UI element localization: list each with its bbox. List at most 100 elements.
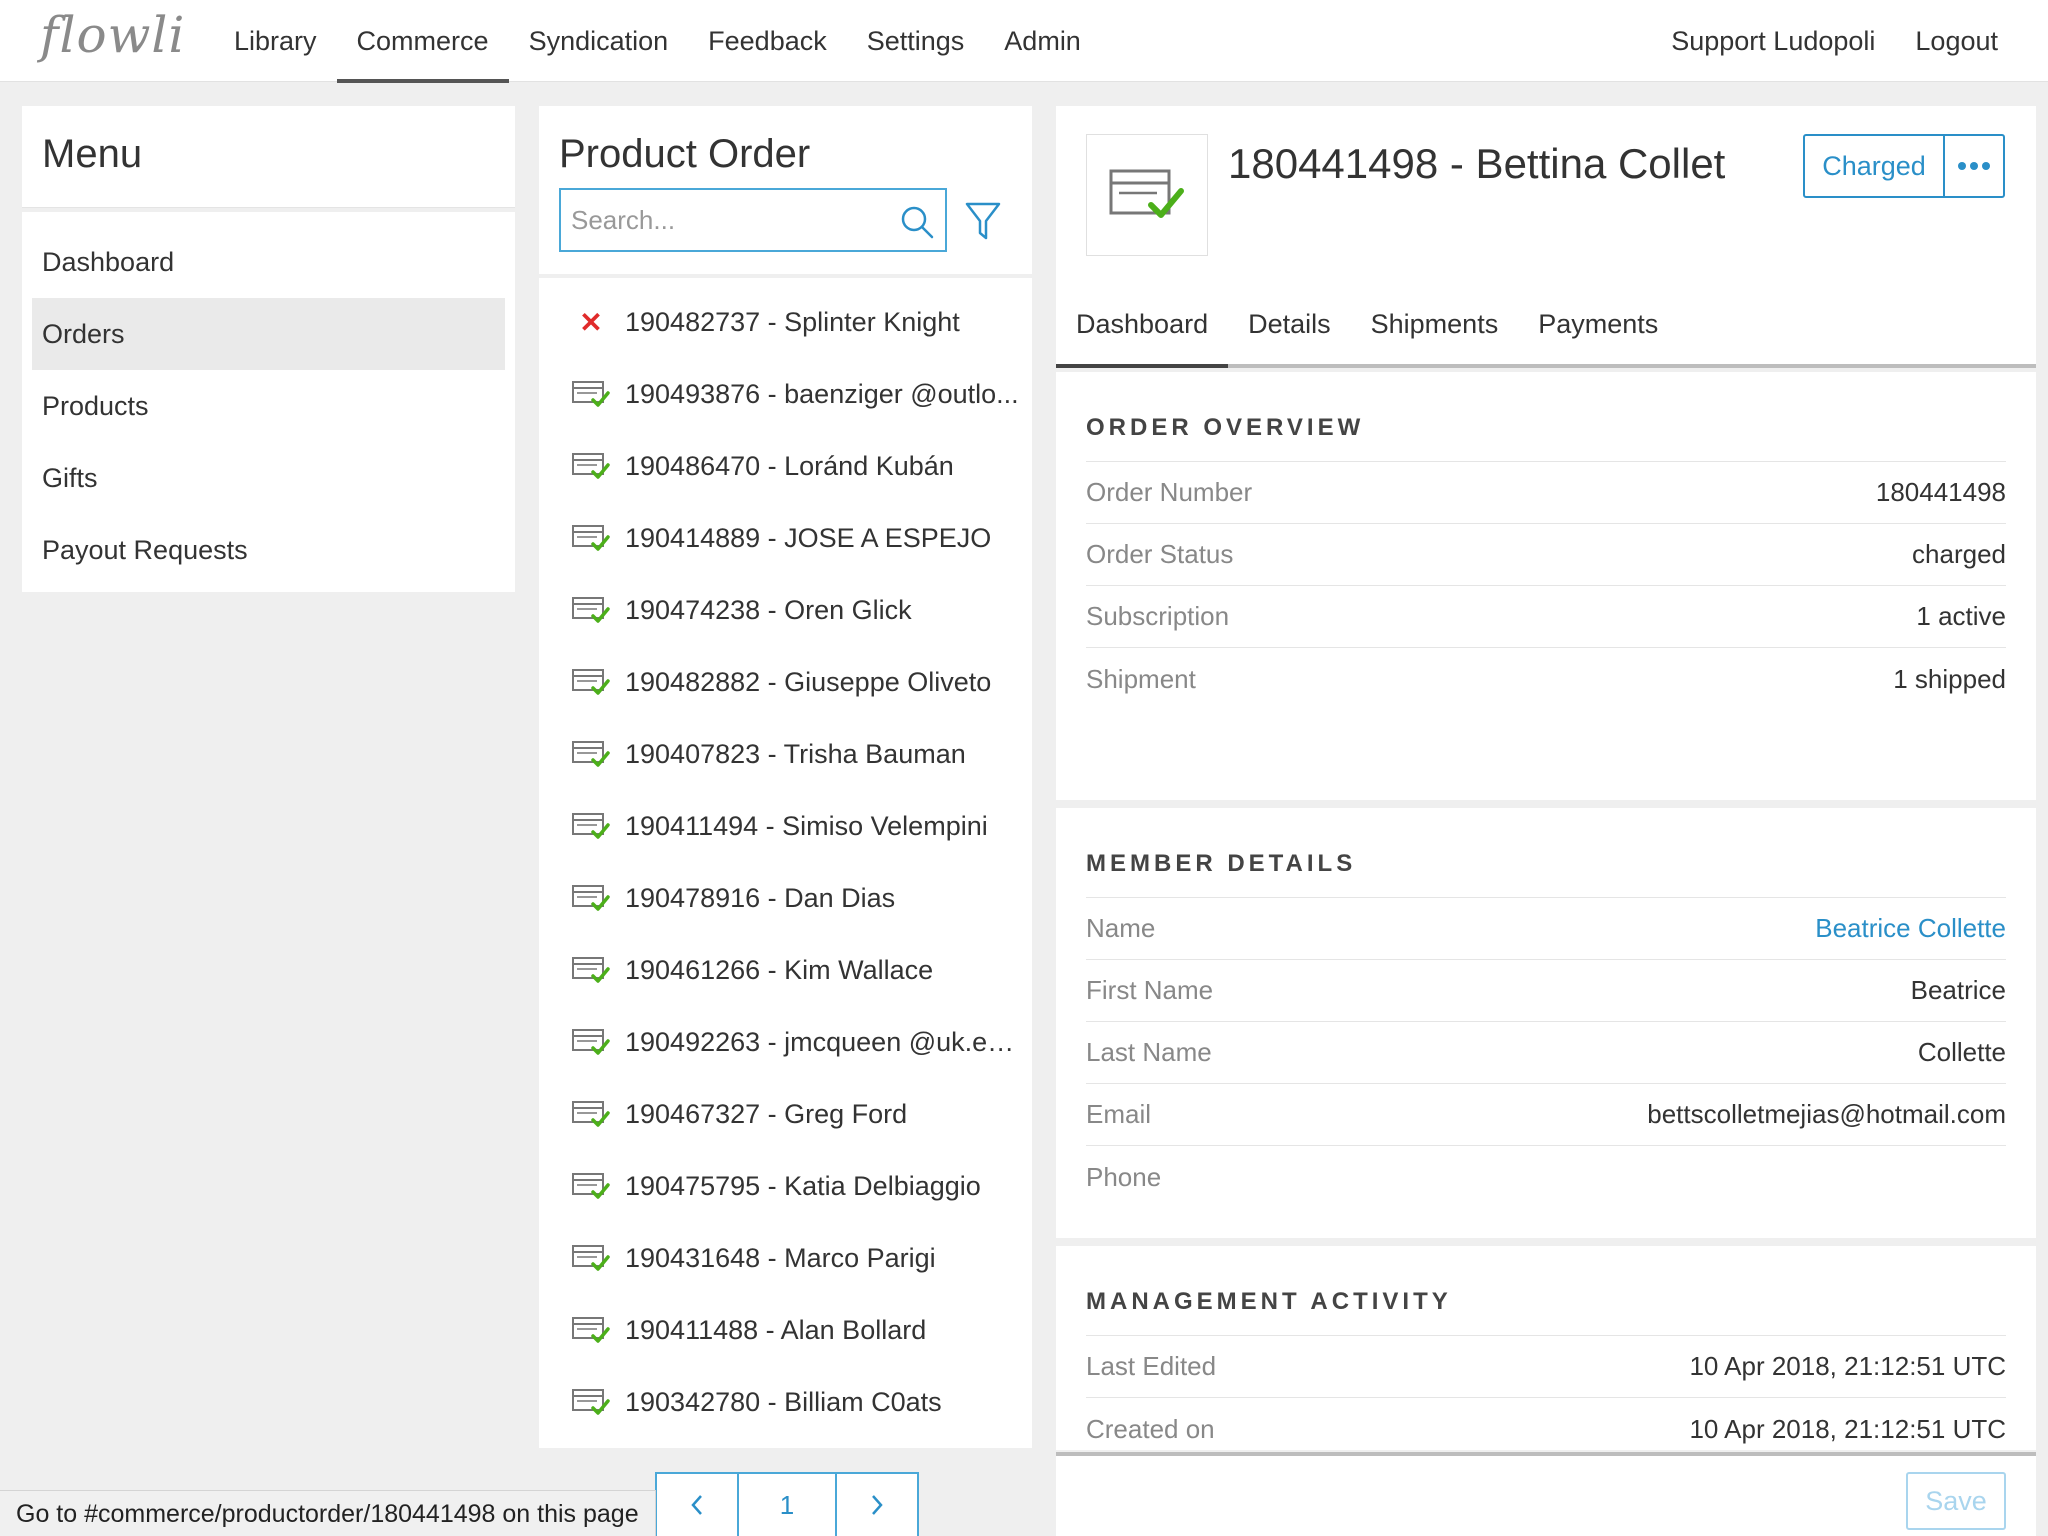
menu-header: Menu: [22, 106, 515, 208]
detail-tabs: Dashboard Details Shipments Payments: [1056, 284, 1678, 368]
order-detail-header: 180441498 - Bettina Collet Charged Dashb…: [1056, 106, 2036, 368]
sidebar-item-payout-requests[interactable]: Payout Requests: [32, 514, 505, 586]
user-nav: Support Ludopoli Logout: [1651, 0, 2018, 82]
tab-shipments[interactable]: Shipments: [1351, 284, 1519, 364]
next-page-button[interactable]: [837, 1474, 917, 1536]
chevron-right-icon: [872, 1495, 883, 1515]
member-details-section: MEMBER DETAILS Name Beatrice Collette Fi…: [1056, 808, 2036, 1238]
kv-value: bettscolletmejias@hotmail.com: [1647, 1099, 2006, 1129]
chevron-left-icon: [691, 1495, 702, 1515]
order-list-item[interactable]: 190492263 - jmcqueen @uk.ey...: [539, 1006, 1032, 1078]
filter-icon[interactable]: [963, 200, 1003, 244]
product-order-header: Product Order: [539, 106, 1032, 274]
order-list-item[interactable]: ✕ 190482737 - Splinter Knight: [539, 286, 1032, 358]
order-thumbnail: [1086, 134, 1208, 256]
status-button[interactable]: Charged: [1805, 136, 1943, 196]
order-list-item[interactable]: 190493876 - baenziger @outlo...: [539, 358, 1032, 430]
sidebar-menu: Dashboard Orders Products Gifts Payout R…: [22, 212, 515, 592]
charged-card-icon: [571, 523, 611, 553]
charged-card-icon: [571, 1099, 611, 1129]
kv-row-phone: Phone: [1086, 1146, 2006, 1208]
order-label: 190467327 - Greg Ford: [625, 1098, 908, 1129]
kv-row-subscription: Subscription 1 active: [1086, 586, 2006, 648]
sidebar-item-orders[interactable]: Orders: [32, 298, 505, 370]
order-list-item[interactable]: 190414889 - JOSE A ESPEJO: [539, 502, 1032, 574]
charged-card-icon: [571, 811, 611, 841]
order-label: 190414889 - JOSE A ESPEJO: [625, 522, 992, 553]
kv-row-shipment: Shipment 1 shipped: [1086, 648, 2006, 710]
sidebar-item-dashboard[interactable]: Dashboard: [32, 226, 505, 298]
search-icon[interactable]: [897, 202, 937, 242]
order-label: 190474238 - Oren Glick: [625, 594, 912, 625]
kv-key: Phone: [1086, 1161, 1162, 1192]
kv-key: Created on: [1086, 1413, 1215, 1444]
top-nav-bar: flowli Library Commerce Syndication Feed…: [0, 0, 2048, 83]
order-label: 190411494 - Simiso Velempini: [625, 810, 988, 841]
charged-card-icon: [571, 883, 611, 913]
kv-value: 10 Apr 2018, 21:12:51 UTC: [1689, 1351, 2006, 1381]
order-label: 190342780 - Billiam C0ats: [625, 1386, 942, 1417]
order-list-item[interactable]: 190411488 - Alan Bollard: [539, 1294, 1032, 1366]
logout-link[interactable]: Logout: [1895, 0, 2018, 82]
order-label: 190411488 - Alan Bollard: [625, 1314, 927, 1345]
product-order-title: Product Order: [559, 132, 811, 176]
section-title: MEMBER DETAILS: [1086, 808, 2006, 898]
order-list-item[interactable]: 190461266 - Kim Wallace: [539, 934, 1032, 1006]
order-list-item[interactable]: 190431648 - Marco Parigi: [539, 1222, 1032, 1294]
order-list-item[interactable]: 190467327 - Greg Ford: [539, 1078, 1032, 1150]
order-list-item[interactable]: 190407823 - Trisha Bauman: [539, 718, 1032, 790]
kv-key: Email: [1086, 1099, 1152, 1129]
kv-row-order-number: Order Number 180441498: [1086, 462, 2006, 524]
nav-item-syndication[interactable]: Syndication: [509, 0, 689, 82]
charged-card-icon: [571, 667, 611, 697]
charged-card-icon: [571, 1387, 611, 1417]
kv-key: Shipment: [1086, 663, 1196, 694]
save-button[interactable]: Save: [1906, 1472, 2006, 1530]
failed-x-icon: ✕: [579, 306, 603, 338]
kv-row-name: Name Beatrice Collette: [1086, 898, 2006, 960]
charged-card-icon: [571, 1243, 611, 1273]
prev-page-button[interactable]: [657, 1474, 737, 1536]
nav-item-commerce[interactable]: Commerce: [336, 0, 509, 83]
member-name-link[interactable]: Beatrice Collette: [1815, 913, 2006, 944]
kv-row-last-edited: Last Edited 10 Apr 2018, 21:12:51 UTC: [1086, 1336, 2006, 1398]
support-link[interactable]: Support Ludopoli: [1651, 0, 1895, 82]
order-label: 190478916 - Dan Dias: [625, 882, 896, 913]
app-logo[interactable]: flowli: [40, 6, 185, 64]
charged-card-icon: [571, 739, 611, 769]
current-page[interactable]: 1: [737, 1474, 837, 1536]
section-title: MANAGEMENT ACTIVITY: [1086, 1246, 2006, 1336]
kv-row-last-name: Last Name Collette: [1086, 1022, 2006, 1084]
order-title: 180441498 - Bettina Collet: [1228, 140, 1726, 187]
nav-item-admin[interactable]: Admin: [984, 0, 1101, 82]
order-list-item[interactable]: 190478916 - Dan Dias: [539, 862, 1032, 934]
charged-card-icon: [571, 595, 611, 625]
kv-key: Last Name: [1086, 1037, 1212, 1067]
kv-key: Last Edited: [1086, 1351, 1217, 1381]
kv-row-email: Email bettscolletmejias@hotmail.com: [1086, 1084, 2006, 1146]
order-list-item[interactable]: 190342780 - Billiam C0ats: [539, 1366, 1032, 1438]
nav-item-library[interactable]: Library: [214, 0, 337, 82]
order-list: ✕ 190482737 - Splinter Knight 190493876 - …: [539, 278, 1032, 1448]
tab-details[interactable]: Details: [1228, 284, 1351, 364]
tab-payments[interactable]: Payments: [1518, 284, 1678, 364]
nav-item-feedback[interactable]: Feedback: [688, 0, 847, 82]
tab-dashboard[interactable]: Dashboard: [1056, 284, 1229, 368]
more-options-button[interactable]: [1943, 136, 2003, 196]
charged-card-icon: [1109, 169, 1184, 218]
kv-key: First Name: [1086, 975, 1214, 1005]
detail-footer: Save: [1056, 1452, 2036, 1536]
kv-value: 180441498: [1875, 477, 2006, 507]
nav-item-settings[interactable]: Settings: [847, 0, 985, 82]
order-label: 190407823 - Trisha Bauman: [625, 738, 966, 769]
order-list-item[interactable]: 190482882 - Giuseppe Oliveto: [539, 646, 1032, 718]
order-list-item[interactable]: 190486470 - Loránd Kubán: [539, 430, 1032, 502]
sidebar-item-products[interactable]: Products: [32, 370, 505, 442]
order-list-item[interactable]: 190475795 - Katia Delbiaggio: [539, 1150, 1032, 1222]
order-label: 190492263 - jmcqueen @uk.ey...: [625, 1026, 1019, 1057]
charged-card-icon: [571, 955, 611, 985]
order-list-item[interactable]: 190411494 - Simiso Velempini: [539, 790, 1032, 862]
order-list-item[interactable]: 190474238 - Oren Glick: [539, 574, 1032, 646]
search-input[interactable]: [561, 190, 861, 250]
sidebar-item-gifts[interactable]: Gifts: [32, 442, 505, 514]
